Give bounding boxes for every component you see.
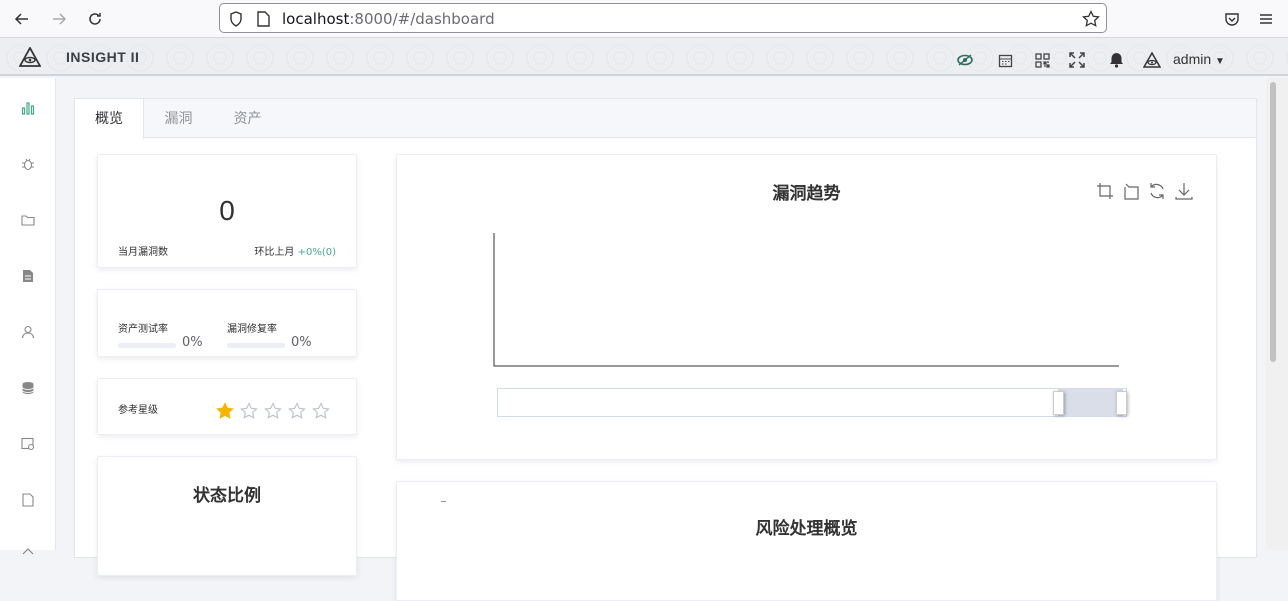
fullscreen-icon[interactable] bbox=[1066, 50, 1088, 70]
sidebar bbox=[0, 78, 56, 555]
restore-icon[interactable] bbox=[1147, 181, 1167, 201]
data-zoom-slider[interactable] bbox=[497, 388, 1127, 417]
legend-dash bbox=[441, 501, 446, 502]
data-zoom-selection[interactable] bbox=[1058, 389, 1123, 416]
vuln-fix-rate-label: 漏洞修复率 bbox=[227, 324, 277, 335]
star-empty-icon[interactable] bbox=[240, 402, 258, 420]
forward-icon[interactable] bbox=[47, 8, 71, 30]
menu-icon[interactable] bbox=[1254, 8, 1278, 30]
avatar-icon[interactable] bbox=[1141, 50, 1163, 70]
reload-icon[interactable] bbox=[83, 8, 107, 30]
folder-icon bbox=[21, 215, 35, 226]
tab-overview[interactable]: 概览 bbox=[75, 99, 144, 139]
window-gear-icon bbox=[21, 437, 35, 451]
star-empty-icon[interactable] bbox=[288, 402, 306, 420]
bug-icon bbox=[22, 158, 34, 171]
qrcode-icon[interactable] bbox=[1031, 50, 1053, 70]
caret-down-icon: ▼ bbox=[1215, 56, 1225, 67]
monthly-vulns-panel: 0 当月漏洞数 环比上月 +0%(0) bbox=[97, 154, 357, 268]
pocket-icon[interactable] bbox=[1220, 8, 1244, 30]
bell-icon[interactable] bbox=[1105, 50, 1127, 70]
asset-test-rate-label: 资产测试率 bbox=[118, 324, 168, 335]
month-compare-value: +0%(0) bbox=[297, 247, 336, 258]
page-icon bbox=[257, 11, 270, 27]
user-menu[interactable]: admin ▼ bbox=[1173, 51, 1225, 67]
risk-overview-panel: 风险处理概览 bbox=[396, 481, 1217, 601]
monthly-vulns-label: 当月漏洞数 bbox=[118, 247, 168, 258]
address-bar[interactable]: localhost:8000/#/dashboard bbox=[219, 3, 1107, 33]
user-name: admin bbox=[1173, 51, 1212, 67]
trend-chart-axes bbox=[493, 233, 1119, 367]
rating-panel: 参考星级 bbox=[97, 378, 357, 435]
asset-test-rate-bar bbox=[118, 343, 176, 348]
database-icon bbox=[22, 382, 34, 394]
vuln-fix-rate-bar bbox=[227, 343, 285, 348]
star-empty-icon[interactable] bbox=[312, 402, 330, 420]
bookmark-star-icon[interactable] bbox=[1082, 10, 1100, 28]
trend-chart-panel: 漏洞趋势 bbox=[396, 154, 1217, 460]
sidebar-item-folder[interactable] bbox=[18, 210, 38, 230]
rating-label: 参考星级 bbox=[118, 405, 158, 416]
url-path: :8000/#/dashboard bbox=[349, 10, 495, 28]
trend-chart-title: 漏洞趋势 bbox=[772, 184, 841, 204]
browser-toolbar: localhost:8000/#/dashboard bbox=[0, 0, 1288, 38]
sidebar-item-settings[interactable] bbox=[18, 434, 38, 454]
eye-icon[interactable] bbox=[954, 50, 976, 70]
sidebar-item-user[interactable] bbox=[18, 322, 38, 342]
sidebar-item-vulns[interactable] bbox=[18, 154, 38, 174]
download-icon[interactable] bbox=[1174, 181, 1194, 201]
app-header: INSIGHT II bbox=[0, 38, 1288, 76]
shield-icon[interactable] bbox=[229, 11, 243, 27]
risk-overview-title: 风险处理概览 bbox=[755, 519, 858, 539]
calendar-icon[interactable] bbox=[994, 50, 1016, 70]
back-icon[interactable] bbox=[10, 8, 34, 30]
url-text: localhost:8000/#/dashboard bbox=[282, 10, 495, 28]
tab-assets[interactable]: 资产 bbox=[213, 99, 282, 138]
bar-chart-icon bbox=[21, 102, 35, 115]
sidebar-item-more[interactable] bbox=[18, 540, 38, 560]
document-icon bbox=[23, 270, 33, 282]
sidebar-item-database[interactable] bbox=[18, 378, 38, 398]
status-ratio-panel: 状态比例 bbox=[97, 456, 357, 576]
file-icon bbox=[22, 493, 34, 507]
tab-vulns[interactable]: 漏洞 bbox=[144, 99, 213, 138]
sidebar-item-file[interactable] bbox=[18, 490, 38, 510]
zoom-reset-icon[interactable] bbox=[1121, 181, 1141, 201]
data-zoom-right-handle[interactable] bbox=[1116, 391, 1127, 415]
vuln-fix-rate-value: 0% bbox=[291, 335, 312, 350]
scrollbar-thumb[interactable] bbox=[1270, 82, 1276, 362]
logo-icon bbox=[19, 47, 41, 67]
zoom-select-icon[interactable] bbox=[1095, 181, 1115, 201]
brand-title: INSIGHT II bbox=[66, 49, 140, 65]
sidebar-item-document[interactable] bbox=[18, 266, 38, 286]
sidebar-item-overview[interactable] bbox=[18, 98, 38, 118]
arrow-icon bbox=[22, 548, 34, 555]
url-host: localhost bbox=[282, 10, 350, 28]
rates-panel: 资产测试率 0% 漏洞修复率 0% bbox=[97, 289, 357, 357]
data-zoom-left-handle[interactable] bbox=[1053, 391, 1064, 415]
dashboard-card: 概览 漏洞 资产 0 当月漏洞数 环比上月 +0%(0) 资产测试率 0% 漏洞… bbox=[74, 98, 1257, 601]
monthly-vulns-count: 0 bbox=[219, 195, 235, 226]
star-filled-icon[interactable] bbox=[216, 402, 234, 420]
user-icon bbox=[21, 325, 35, 339]
header-pattern bbox=[0, 38, 1288, 74]
status-ratio-title: 状态比例 bbox=[193, 486, 261, 506]
month-compare: 环比上月 +0%(0) bbox=[254, 243, 336, 258]
tab-bar: 概览 漏洞 资产 bbox=[75, 99, 1256, 139]
asset-test-rate-value: 0% bbox=[182, 335, 203, 350]
star-empty-icon[interactable] bbox=[264, 402, 282, 420]
month-compare-label: 环比上月 bbox=[254, 247, 295, 258]
